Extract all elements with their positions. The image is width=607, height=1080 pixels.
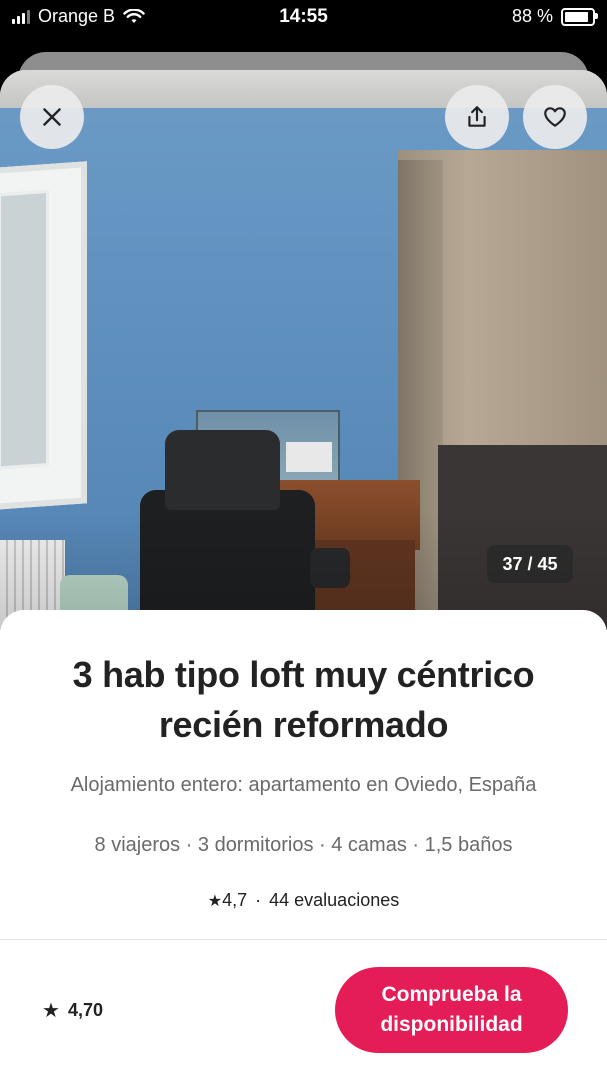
battery-icon xyxy=(561,7,598,26)
save-button[interactable] xyxy=(523,85,587,149)
footer-rating: ★ 4,70 xyxy=(42,998,103,1023)
listing-specs: 8 viajeros · 3 dormitorios · 4 camas · 1… xyxy=(94,834,513,856)
rating-value: 4,7 xyxy=(222,890,248,910)
reviews-count: 44 evaluaciones xyxy=(269,890,400,910)
divider xyxy=(0,939,607,940)
status-bar: Orange B 14:55 88 % xyxy=(0,0,607,40)
share-button[interactable] xyxy=(445,85,509,149)
cta-label: Comprueba la disponibilidad xyxy=(380,983,523,1036)
photo-window xyxy=(0,161,87,511)
rating-summary[interactable]: ★4,7 · 44 evaluaciones xyxy=(0,890,607,911)
rating-value-group: ★4,7 xyxy=(208,890,247,911)
battery-percent: 88 % xyxy=(511,6,553,26)
listing-info: 3 hab tipo loft muy céntrico recién refo… xyxy=(0,610,607,1080)
close-button[interactable] xyxy=(20,85,84,149)
listing-modal: 37 / 45 3 hab tipo loft muy céntrico rec… xyxy=(0,70,607,1080)
close-icon xyxy=(43,108,61,126)
star-icon: ★ xyxy=(207,893,223,910)
listing-subtitle: Alojamiento entero: apartamento en Ovied… xyxy=(70,774,537,796)
star-icon: ★ xyxy=(42,1000,60,1022)
status-right: 88 % xyxy=(511,6,598,27)
footer-rating-value: 4,70 xyxy=(67,1000,103,1020)
share-icon xyxy=(468,106,486,127)
rating-separator: · xyxy=(255,890,262,910)
check-availability-button[interactable]: Comprueba la disponibilidad xyxy=(335,967,568,1053)
photo-counter: 37 / 45 xyxy=(487,545,573,583)
battery-level xyxy=(565,11,588,22)
listing-title: 3 hab tipo loft muy céntrico recién refo… xyxy=(72,654,535,745)
heart-icon xyxy=(544,107,566,127)
